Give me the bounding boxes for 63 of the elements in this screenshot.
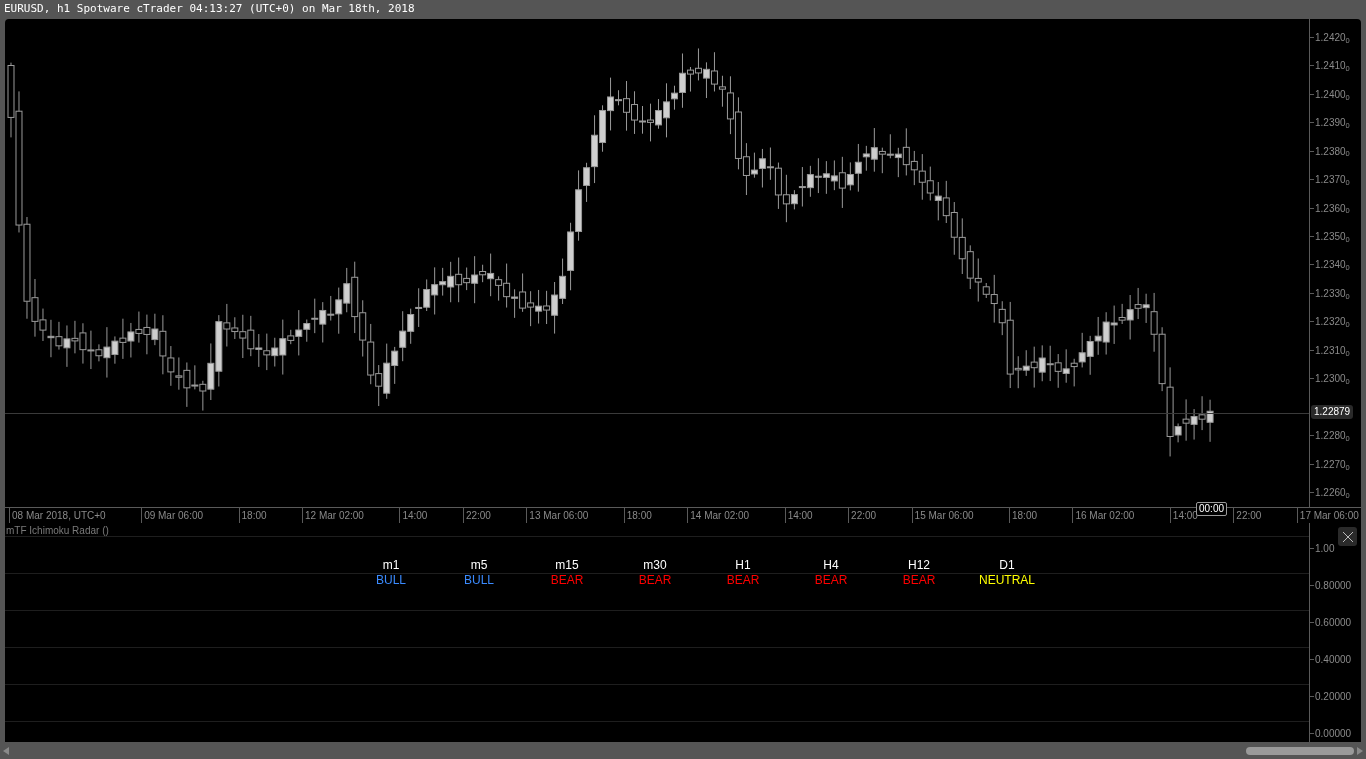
price-tick-label: 1.2260$_{0}$ (1315, 486, 1350, 501)
time-tick-label: 14:00 (784, 508, 813, 523)
time-tick-label: 15 Mar 06:00 (911, 508, 974, 523)
timeframe-label: H4 (823, 558, 839, 573)
trend-status: BEAR (550, 573, 584, 588)
indicator-tick-label: 1.00 (1315, 542, 1335, 556)
time-tick-label: 22:00 (848, 508, 877, 523)
time-tick-label: 14 Mar 02:00 (687, 508, 750, 523)
time-tick-label: 14:00 (399, 508, 428, 523)
indicator-title: mTF Ichimoku Radar () (6, 524, 109, 538)
time-tick-label: 22:00 (1233, 508, 1262, 523)
indicator-tick-label: 0.20000 (1315, 690, 1352, 704)
time-tick-label: 18:00 (623, 508, 652, 523)
trend-status: BULL (464, 573, 494, 588)
trend-status: BEAR (814, 573, 848, 588)
cursor-time-label: 00:00 (1196, 502, 1228, 516)
current-price-label: 1.22879 (1311, 404, 1354, 419)
indicator-tick-label: 0.80000 (1315, 579, 1352, 593)
price-tick-label: 1.2420$_{0}$ (1315, 30, 1350, 45)
price-tick-label: 1.2310$_{0}$ (1315, 343, 1350, 358)
close-button[interactable] (1338, 527, 1357, 546)
timeframe-label: m30 (643, 558, 667, 573)
price-tick-label: 1.2360$_{0}$ (1315, 201, 1350, 216)
trend-status: BEAR (726, 573, 760, 588)
timeframe-label: H12 (908, 558, 930, 573)
price-tick-label: 1.2380$_{0}$ (1315, 144, 1350, 159)
trend-status: BULL (376, 573, 406, 588)
trend-status: BEAR (902, 573, 936, 588)
time-tick-label: 17 Mar 06:00 (1296, 508, 1359, 523)
trend-status: BEAR (638, 573, 672, 588)
price-tick-label: 1.2410$_{0}$ (1315, 59, 1350, 74)
time-tick-label: 09 Mar 06:00 (141, 508, 204, 523)
time-tick-label: 18:00 (1009, 508, 1037, 523)
price-tick-label: 1.2300$_{0}$ (1315, 372, 1350, 387)
time-tick-label: 12 Mar 02:00 (302, 508, 364, 523)
indicator-tick-label: 0.00000 (1315, 727, 1352, 741)
timeframe-label: H1 (735, 558, 751, 573)
trend-status: NEUTRAL (979, 573, 1035, 588)
price-tick-label: 1.2350$_{0}$ (1315, 230, 1350, 244)
time-tick-label: 22:00 (462, 508, 491, 523)
price-tick-label: 1.2340$_{0}$ (1315, 258, 1350, 273)
price-tick-label: 1.2330$_{0}$ (1315, 286, 1350, 301)
price-tick-label: 1.2270$_{0}$ (1315, 457, 1350, 472)
time-tick-label: 08 Mar 2018, UTC+0 (9, 508, 106, 523)
time-tick-label: 13 Mar 06:00 (526, 508, 589, 523)
timeframe-label: D1 (999, 558, 1015, 573)
time-tick-label: 16 Mar 02:00 (1072, 508, 1135, 523)
price-tick-label: 1.2280$_{0}$ (1315, 429, 1350, 444)
close-icon (1341, 530, 1354, 543)
scrollbar-thumb[interactable] (1246, 746, 1354, 755)
indicator-tick-label: 0.60000 (1315, 616, 1352, 630)
scroll-left-icon[interactable] (3, 746, 9, 755)
timeframe-label: m1 (382, 558, 400, 573)
window-title: EURUSD, h1 Spotware cTrader 04:13:27 (UTC+0) on Mar 18th, 2018 (4, 1, 415, 18)
price-tick-label: 1.2370$_{0}$ (1315, 173, 1350, 188)
indicator-tick-label: 0.40000 (1315, 653, 1352, 667)
price-tick-label: 1.2400$_{0}$ (1315, 87, 1350, 102)
scroll-right-icon[interactable] (1357, 746, 1363, 755)
price-tick-label: 1.2320$_{0}$ (1315, 315, 1350, 330)
timeframe-label: m15 (555, 558, 579, 573)
timeframe-label: m5 (470, 558, 488, 573)
price-tick-label: 1.2390$_{0}$ (1315, 116, 1350, 131)
time-tick-label: 18:00 (238, 508, 267, 523)
